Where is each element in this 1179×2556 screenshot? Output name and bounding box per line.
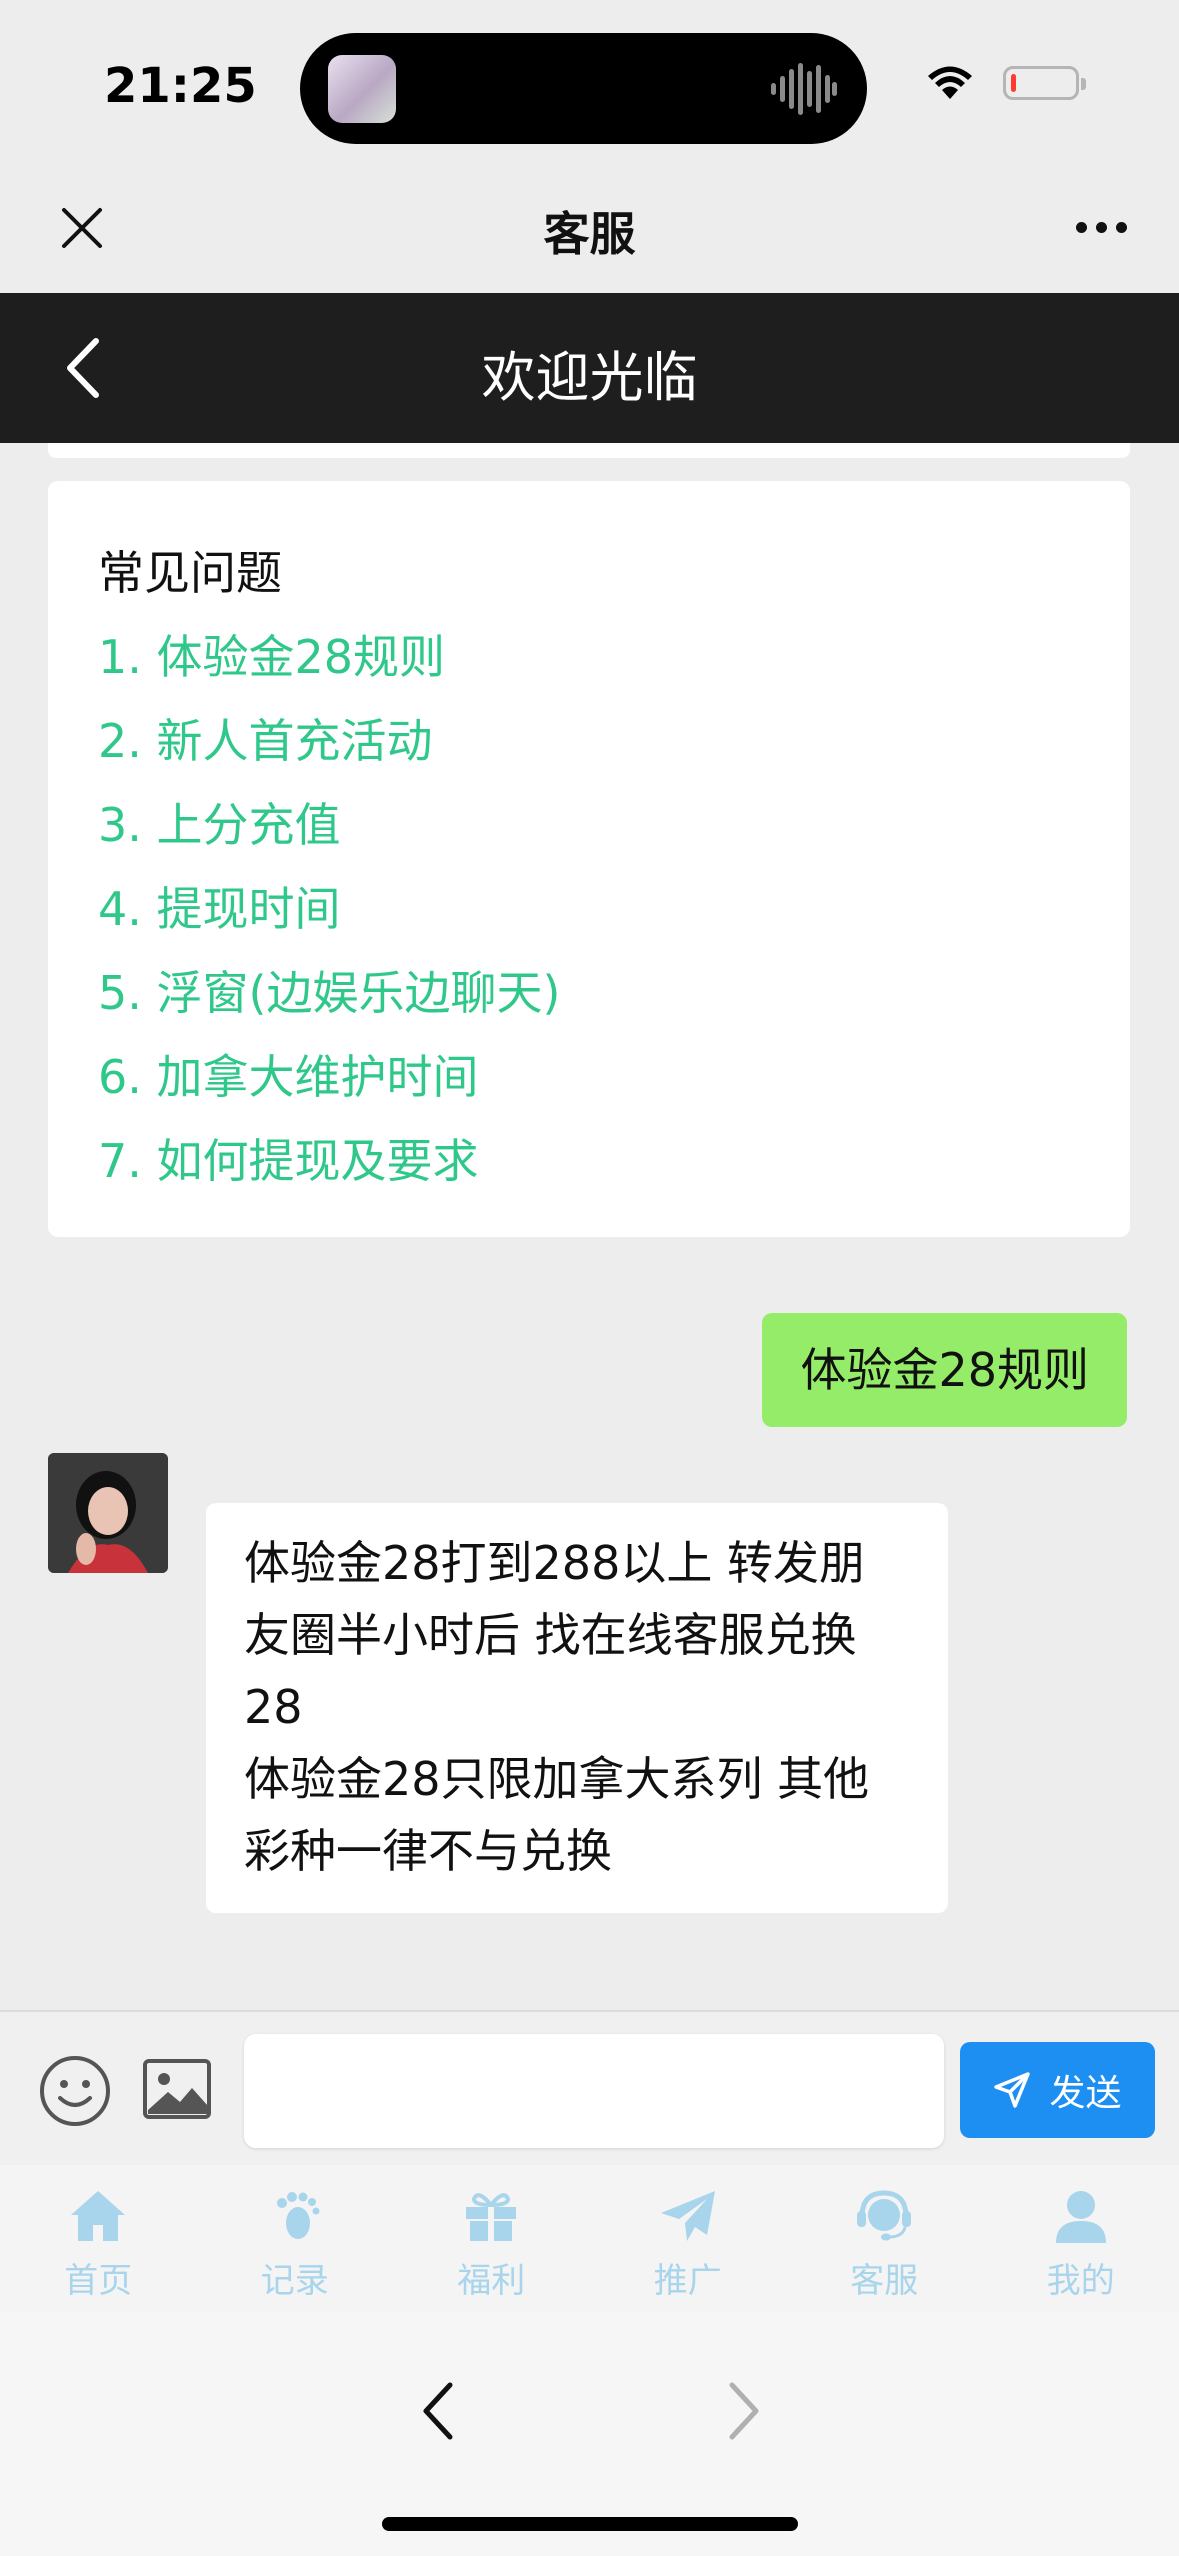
faq-link[interactable]: 2. 新人首充活动 — [98, 699, 1080, 783]
dynamic-island[interactable] — [300, 33, 867, 144]
page-title: 欢迎光临 — [481, 346, 698, 409]
faq-title: 常见问题 — [98, 546, 282, 600]
home-icon — [71, 2191, 126, 2241]
emoji-icon[interactable] — [38, 2054, 112, 2128]
gift-icon — [466, 2193, 517, 2241]
agent-message-line: 友圈半小时后 找在线客服兑换 — [244, 1608, 857, 1662]
image-icon[interactable] — [142, 2058, 212, 2120]
message-input[interactable] — [244, 2034, 944, 2148]
user-message-bubble: 体验金28规则 — [762, 1313, 1127, 1427]
paper-plane-icon — [660, 2191, 715, 2241]
more-options-icon[interactable] — [1076, 222, 1127, 233]
agent-avatar[interactable] — [48, 1453, 168, 1573]
browser-forward-icon[interactable] — [724, 2379, 764, 2443]
status-bar: 21:25 — [0, 0, 1179, 170]
tab-benefits[interactable]: 福利 — [393, 2165, 590, 2313]
send-button-label: 发送 — [1049, 2073, 1122, 2114]
wechat-title: 客服 — [543, 207, 636, 261]
tab-home[interactable]: 首页 — [0, 2165, 197, 2313]
faq-link[interactable]: 7. 如何提现及要求 — [98, 1119, 1080, 1203]
tab-label: 我的 — [1046, 2261, 1115, 2301]
tab-label: 推广 — [653, 2261, 722, 2301]
agent-message-bubble: 体验金28打到288以上 转发朋 友圈半小时后 找在线客服兑换 28 体验金28… — [206, 1503, 948, 1913]
now-playing-thumbnail — [328, 55, 396, 123]
home-indicator[interactable] — [382, 2517, 798, 2531]
browser-back-icon[interactable] — [418, 2379, 458, 2443]
status-indicators — [927, 66, 1086, 100]
chat-area[interactable]: 常见问题 1. 体验金28规则 2. 新人首充活动 3. 上分充值 4. 提现时… — [0, 443, 1179, 2010]
wifi-icon — [928, 66, 972, 99]
send-icon — [994, 2072, 1031, 2108]
tab-label: 福利 — [457, 2261, 526, 2301]
footprint-icon — [276, 2192, 320, 2239]
user-icon — [1055, 2191, 1106, 2243]
battery-level — [1011, 74, 1016, 92]
faq-link[interactable]: 1. 体验金28规则 — [98, 615, 1080, 699]
faq-card: 常见问题 1. 体验金28规则 2. 新人首充活动 3. 上分充值 4. 提现时… — [48, 481, 1130, 1237]
faq-link[interactable]: 4. 提现时间 — [98, 867, 1080, 951]
agent-message-line: 体验金28打到288以上 转发朋 — [244, 1536, 865, 1590]
browser-navigation — [0, 2313, 1179, 2556]
page-header: 欢迎光临 — [0, 293, 1179, 443]
faq-link[interactable]: 5. 浮窗(边娱乐边聊天) — [98, 951, 1080, 1035]
avatar-image — [48, 1453, 168, 1573]
message-composer: 发送 — [0, 2010, 1179, 2165]
agent-message-line: 彩种一律不与兑换 — [244, 1824, 612, 1878]
audio-waveform-icon — [771, 63, 837, 115]
agent-message-line: 28 — [244, 1680, 303, 1734]
tab-support[interactable]: 客服 — [786, 2165, 983, 2313]
status-time: 21:25 — [104, 58, 257, 114]
agent-message-line: 体验金28只限加拿大系列 其他 — [244, 1752, 870, 1806]
tab-label: 客服 — [850, 2261, 919, 2301]
tab-label: 记录 — [260, 2261, 329, 2301]
headset-icon — [857, 2190, 912, 2241]
faq-link[interactable]: 6. 加拿大维护时间 — [98, 1035, 1080, 1119]
wechat-title-bar: 客服 — [0, 170, 1179, 293]
previous-message-card — [48, 443, 1130, 458]
send-button[interactable]: 发送 — [960, 2042, 1155, 2138]
tab-label: 首页 — [64, 2261, 133, 2301]
bottom-tab-bar: 首页 记录 福利 推广 客服 我的 — [0, 2165, 1179, 2313]
tab-records[interactable]: 记录 — [197, 2165, 394, 2313]
tab-promote[interactable]: 推广 — [590, 2165, 787, 2313]
tab-profile[interactable]: 我的 — [983, 2165, 1179, 2313]
faq-link[interactable]: 3. 上分充值 — [98, 783, 1080, 867]
battery-icon — [1003, 66, 1086, 100]
